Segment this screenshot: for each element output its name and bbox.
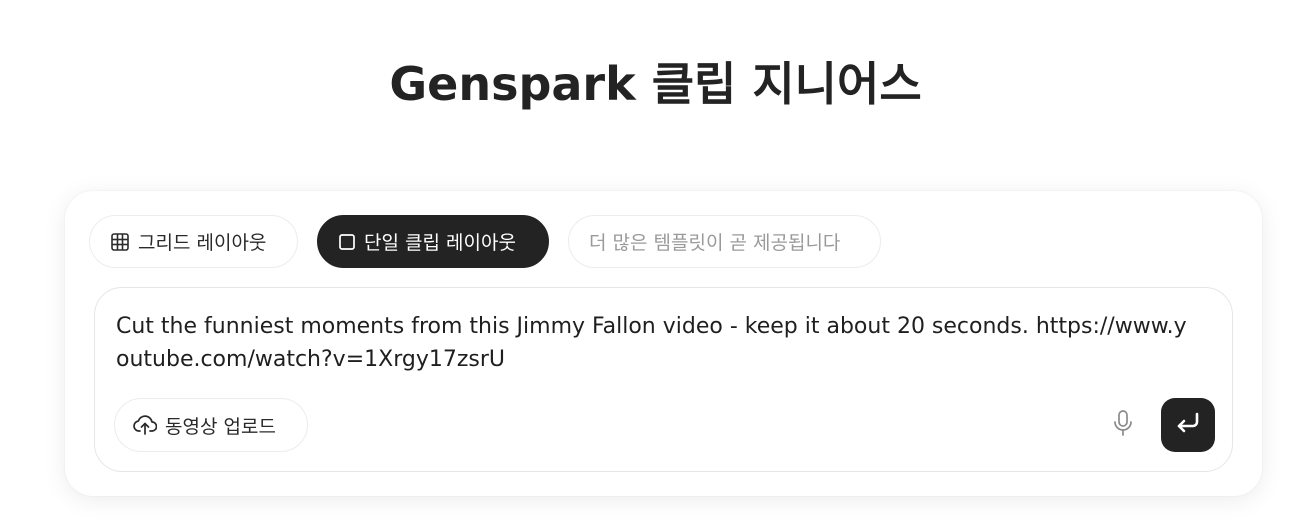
microphone-button[interactable]	[1107, 408, 1139, 442]
tab-label: 그리드 레이아웃	[138, 232, 267, 254]
page: Genspark 클립 지니어스 그리드 레이아웃 단일 클립 레이아웃 더 많…	[0, 0, 1311, 524]
tab-label: 더 많은 템플릿이 곧 제공됩니다	[589, 232, 841, 254]
tab-more-templates-coming-soon: 더 많은 템플릿이 곧 제공됩니다	[568, 215, 881, 268]
composer-card: 그리드 레이아웃 단일 클립 레이아웃 더 많은 템플릿이 곧 제공됩니다 Cu…	[65, 191, 1262, 496]
tab-grid-layout[interactable]: 그리드 레이아웃	[89, 215, 298, 268]
tab-single-clip-layout[interactable]: 단일 클립 레이아웃	[317, 215, 549, 268]
upload-video-button[interactable]: 동영상 업로드	[114, 398, 308, 452]
microphone-icon	[1112, 409, 1134, 441]
grid-icon	[110, 232, 130, 252]
prompt-input-box: Cut the funniest moments from this Jimmy…	[94, 287, 1233, 472]
layout-tabs: 그리드 레이아웃 단일 클립 레이아웃 더 많은 템플릿이 곧 제공됩니다	[89, 215, 881, 269]
send-button[interactable]	[1161, 398, 1215, 452]
upload-video-label: 동영상 업로드	[165, 415, 276, 438]
tab-label: 단일 클립 레이아웃	[364, 232, 516, 254]
square-icon	[338, 233, 356, 251]
enter-arrow-icon	[1174, 411, 1202, 439]
cloud-upload-icon	[133, 414, 157, 436]
page-title: Genspark 클립 지니어스	[389, 57, 922, 111]
prompt-textarea[interactable]: Cut the funniest moments from this Jimmy…	[116, 310, 1196, 376]
